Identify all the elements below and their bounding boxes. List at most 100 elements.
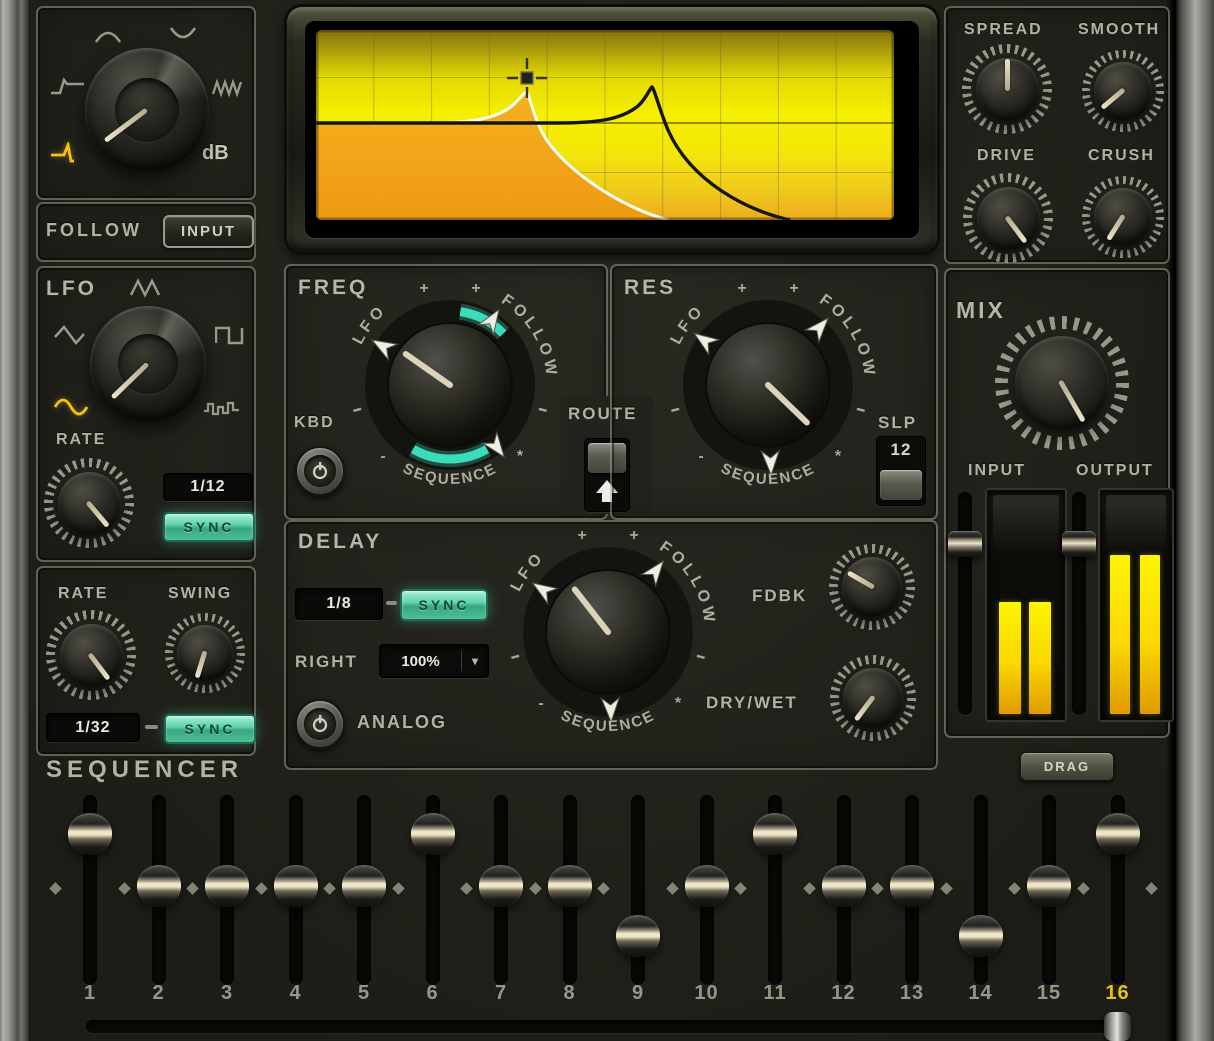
delay-title: DELAY <box>298 530 382 554</box>
left-metal-rail <box>0 0 30 1041</box>
slp-value: 12 <box>876 440 926 460</box>
output-gain-handle[interactable] <box>1062 531 1096 557</box>
delay-sync-button[interactable]: SYNC <box>400 589 488 621</box>
pattern-length-handle[interactable] <box>1104 1012 1131 1041</box>
pattern-length-track[interactable] <box>86 1020 1126 1033</box>
seq-slider-handle[interactable] <box>616 915 660 957</box>
plus-mark: + <box>419 280 428 297</box>
seq-swing-pointer <box>155 603 255 703</box>
crush-knob[interactable] <box>1082 176 1164 258</box>
lfo-sync-button[interactable]: SYNC <box>163 512 255 542</box>
delay-time-value[interactable]: 1/8 <box>295 588 383 620</box>
chevron-down-icon[interactable]: ▾ <box>462 654 488 668</box>
dash-connector <box>386 601 397 605</box>
seq-slider-handle[interactable] <box>753 813 797 855</box>
delay-right-dropdown[interactable]: 100% ▾ <box>379 644 489 678</box>
step-number: 15 <box>1027 982 1071 1005</box>
lfo-random-icon[interactable] <box>203 398 243 418</box>
freq-knob-group[interactable]: LFO FOLLOW SEQUENCE + + - * <box>330 265 570 505</box>
minus-mark: - <box>698 448 703 465</box>
sequencer-title: SEQUENCER <box>46 756 243 784</box>
analog-power-button[interactable] <box>295 699 345 749</box>
output-gain-track[interactable] <box>1072 492 1086 715</box>
step-diamond-marker <box>186 882 199 895</box>
seq-slider-handle[interactable] <box>890 865 934 907</box>
output-meter-bar-right <box>1140 555 1160 714</box>
step-diamond-marker <box>118 882 131 895</box>
drive-knob[interactable] <box>963 173 1053 263</box>
star-mark: * <box>835 448 842 465</box>
drag-button[interactable]: DRAG <box>1020 752 1114 781</box>
slp-switch-button[interactable] <box>880 470 922 500</box>
step-number: 7 <box>479 982 523 1005</box>
seq-slider-handle[interactable] <box>1096 813 1140 855</box>
step-diamond-marker <box>1145 882 1158 895</box>
seq-rate-pointer <box>28 592 154 718</box>
filter-type-knob[interactable] <box>85 48 209 172</box>
step-number: 2 <box>137 982 181 1005</box>
lfo-triangle-icon[interactable] <box>54 324 86 346</box>
mix-pointer <box>970 291 1153 474</box>
output-label: OUTPUT <box>1076 462 1154 480</box>
filter-comb-icon[interactable] <box>212 78 244 98</box>
kbd-power-button[interactable] <box>295 446 345 496</box>
delay-knob-group[interactable]: LFO FOLLOW SEQUENCE + + - * <box>488 512 728 752</box>
spread-knob[interactable] <box>962 44 1052 134</box>
filter-display[interactable] <box>316 30 894 220</box>
seq-rate-knob[interactable] <box>46 610 136 700</box>
step-number: 5 <box>342 982 386 1005</box>
seq-sync-button[interactable]: SYNC <box>164 714 256 744</box>
seq-slider-handle[interactable] <box>548 865 592 907</box>
seq-slider-handle[interactable] <box>274 865 318 907</box>
minus-mark: - <box>538 695 543 712</box>
seq-slider-handle[interactable] <box>822 865 866 907</box>
step-number: 1 <box>68 982 112 1005</box>
seq-slider-handle[interactable] <box>959 915 1003 957</box>
seq-slider-handle[interactable] <box>1027 865 1071 907</box>
input-meter-bar-left <box>999 602 1021 714</box>
lfo-square-icon[interactable] <box>215 324 245 346</box>
res-knob-group[interactable]: LFO FOLLOW SEQUENCE + + - * <box>648 265 888 505</box>
seq-slider-handle[interactable] <box>342 865 386 907</box>
filter-pluck-icon-selected[interactable] <box>50 142 90 164</box>
step-diamond-marker <box>1077 882 1090 895</box>
lfo-sine-icon-selected[interactable] <box>54 396 90 418</box>
seq-slider-handle[interactable] <box>411 813 455 855</box>
seq-slider-handle[interactable] <box>685 865 729 907</box>
smooth-knob[interactable] <box>1082 50 1164 132</box>
lfo-rate-knob[interactable] <box>44 458 134 548</box>
step-number: 16 <box>1096 982 1140 1005</box>
input-meter-bar-right <box>1029 602 1051 714</box>
seq-swing-label: SWING <box>168 585 232 603</box>
step-diamond-marker <box>460 882 473 895</box>
lfo-rate-pointer <box>26 440 153 567</box>
input-gain-handle[interactable] <box>948 531 982 557</box>
input-gain-track[interactable] <box>958 492 972 715</box>
spread-label: SPREAD <box>964 21 1043 39</box>
power-icon <box>310 714 330 734</box>
follow-input-button[interactable]: INPUT <box>163 215 254 248</box>
seq-slider-handle[interactable] <box>479 865 523 907</box>
mix-knob[interactable] <box>995 316 1129 450</box>
plugin-window: dB FOLLOW INPUT LFO RATE 1/12 SYNC RATE … <box>0 0 1214 1041</box>
step-number: 10 <box>685 982 729 1005</box>
seq-slider-handle[interactable] <box>68 813 112 855</box>
filter-peak-icon[interactable] <box>94 26 122 44</box>
step-number: 12 <box>822 982 866 1005</box>
seq-slider-handle[interactable] <box>137 865 181 907</box>
dash-connector <box>145 725 158 729</box>
seq-swing-knob[interactable] <box>165 613 245 693</box>
fdbk-label: FDBK <box>752 586 807 606</box>
step-diamond-marker <box>803 882 816 895</box>
delay-right-value: 100% <box>380 653 461 670</box>
lfo-rate-value[interactable]: 1/12 <box>163 473 253 501</box>
drywet-knob[interactable] <box>830 655 916 741</box>
lfo-wave-knob[interactable] <box>90 306 206 422</box>
fdbk-knob[interactable] <box>829 544 915 630</box>
slp-label: SLP <box>878 413 917 433</box>
smooth-pointer <box>1065 33 1181 149</box>
seq-rate-value[interactable]: 1/32 <box>46 713 140 742</box>
slp-switch[interactable]: 12 <box>876 436 926 506</box>
seq-slider-handle[interactable] <box>205 865 249 907</box>
step-diamond-marker <box>940 882 953 895</box>
